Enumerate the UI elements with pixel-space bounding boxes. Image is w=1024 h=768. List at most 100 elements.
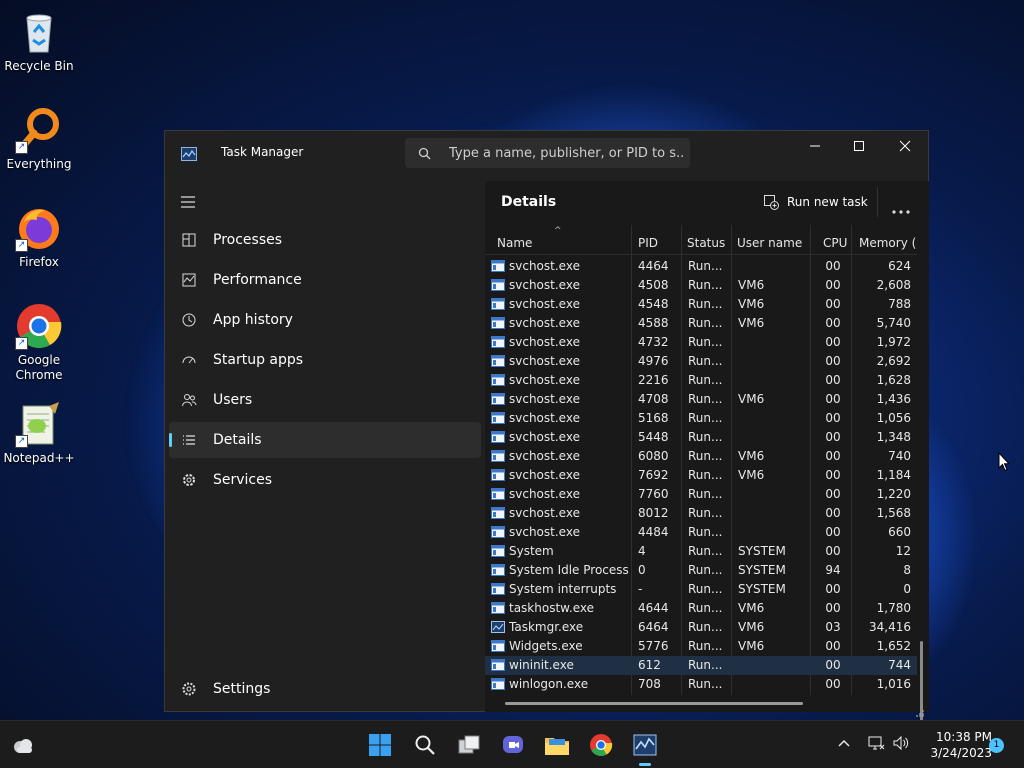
horizontal-scrollbar-thumb[interactable] bbox=[505, 702, 803, 705]
table-row[interactable]: svchost.exe 4508 Run... VM6 00 2,608 bbox=[485, 276, 917, 295]
table-row[interactable]: svchost.exe 7760 Run... 00 1,220 bbox=[485, 485, 917, 504]
shortcut-arrow-icon: ↗ bbox=[15, 337, 28, 350]
table-row[interactable]: svchost.exe 2216 Run... 00 1,628 bbox=[485, 371, 917, 390]
recycle-bin-icon bbox=[15, 8, 63, 56]
table-row[interactable]: svchost.exe 5168 Run... 00 1,056 bbox=[485, 409, 917, 428]
nav-item-users[interactable]: Users bbox=[169, 382, 481, 418]
table-row[interactable]: wininit.exe 612 Run... 00 744 bbox=[485, 656, 917, 675]
column-header-name[interactable]: ^ Name bbox=[485, 225, 631, 254]
network-icon[interactable] bbox=[867, 735, 885, 755]
search-input[interactable] bbox=[449, 144, 685, 162]
table-row[interactable]: svchost.exe 6080 Run... VM6 00 740 bbox=[485, 447, 917, 466]
table-row[interactable]: svchost.exe 8012 Run... 00 1,568 bbox=[485, 504, 917, 523]
run-new-task-button[interactable]: Run new task bbox=[763, 191, 868, 213]
hamburger-menu-icon[interactable] bbox=[180, 194, 196, 208]
table-row[interactable]: svchost.exe 4484 Run... 00 660 bbox=[485, 523, 917, 542]
nav-item-processes[interactable]: Processes bbox=[169, 222, 481, 258]
notification-badge[interactable]: 1 bbox=[989, 738, 1004, 753]
table-row[interactable]: System 4 Run... SYSTEM 00 12 bbox=[485, 542, 917, 561]
desktop-icon-notepad-plus-plus[interactable]: ↗ Notepad++ bbox=[1, 400, 77, 466]
desktop-icon-firefox[interactable]: ↗ Firefox bbox=[1, 204, 77, 270]
process-status: Run... bbox=[688, 601, 723, 615]
process-table[interactable]: svchost.exe 4464 Run... 00 624 svchost.exe 450… bbox=[485, 257, 917, 697]
table-row[interactable]: svchost.exe 4548 Run... VM6 00 788 bbox=[485, 295, 917, 314]
table-row[interactable]: svchost.exe 4732 Run... 00 1,972 bbox=[485, 333, 917, 352]
search-icon bbox=[415, 735, 435, 755]
table-row[interactable]: System interrupts - Run... SYSTEM 00 0 bbox=[485, 580, 917, 599]
desktop-icon-google-chrome[interactable]: ↗ Google Chrome bbox=[1, 302, 77, 383]
process-status: Run... bbox=[688, 582, 723, 596]
task-manager-icon bbox=[633, 734, 657, 756]
minimize-button[interactable] bbox=[792, 131, 838, 161]
table-row[interactable]: svchost.exe 4708 Run... VM6 00 1,436 bbox=[485, 390, 917, 409]
weather-widget-icon[interactable] bbox=[7, 729, 39, 761]
process-cpu: 00 bbox=[825, 658, 841, 672]
process-icon bbox=[491, 298, 505, 310]
more-options-icon[interactable] bbox=[892, 199, 910, 214]
process-memory: 8 bbox=[903, 563, 911, 577]
show-hidden-icons-chevron-icon[interactable] bbox=[837, 735, 851, 754]
desktop-icon-everything[interactable]: ↗ Everything bbox=[1, 106, 77, 172]
process-status: Run... bbox=[688, 449, 723, 463]
column-header-user-name[interactable]: User name bbox=[732, 225, 810, 254]
start-button[interactable] bbox=[364, 729, 396, 761]
nav-item-performance[interactable]: Performance bbox=[169, 262, 481, 298]
process-name: svchost.exe bbox=[509, 430, 580, 444]
details-icon bbox=[181, 432, 197, 448]
process-pid: 7760 bbox=[638, 487, 669, 501]
table-row[interactable]: svchost.exe 4976 Run... 00 2,692 bbox=[485, 352, 917, 371]
system-clock[interactable]: 10:38 PM 3/24/2023 bbox=[916, 729, 992, 761]
title-bar[interactable]: Task Manager bbox=[165, 131, 928, 175]
nav-item-startup-apps[interactable]: Startup apps bbox=[169, 342, 481, 378]
close-button[interactable] bbox=[882, 131, 928, 161]
processes-icon bbox=[181, 232, 197, 248]
process-name: System Idle Process bbox=[509, 563, 629, 577]
process-name: svchost.exe bbox=[509, 259, 580, 273]
table-row[interactable]: System Idle Process 0 Run... SYSTEM 94 8 bbox=[485, 561, 917, 580]
process-status: Run... bbox=[688, 677, 723, 691]
chrome-taskbar-button[interactable] bbox=[585, 729, 617, 761]
process-icon bbox=[491, 279, 505, 291]
process-status: Run... bbox=[688, 620, 723, 634]
settings-gear-icon bbox=[181, 681, 197, 697]
table-row[interactable]: svchost.exe 5448 Run... 00 1,348 bbox=[485, 428, 917, 447]
task-view-button[interactable] bbox=[453, 729, 485, 761]
column-header-memory[interactable]: Memory ( bbox=[852, 225, 917, 254]
process-status: Run... bbox=[688, 468, 723, 482]
nav-item-details[interactable]: Details bbox=[169, 422, 481, 458]
column-header-cpu[interactable]: CPU bbox=[811, 225, 851, 254]
process-name: svchost.exe bbox=[509, 297, 580, 311]
table-row[interactable]: winlogon.exe 708 Run... 00 1,016 bbox=[485, 675, 917, 694]
process-cpu: 00 bbox=[825, 316, 841, 330]
process-name: svchost.exe bbox=[509, 373, 580, 387]
process-memory: 624 bbox=[888, 259, 911, 273]
table-row[interactable]: Taskmgr.exe 6464 Run... VM6 03 34,416 bbox=[485, 618, 917, 637]
process-user-name: VM6 bbox=[738, 620, 765, 634]
table-row[interactable]: taskhostw.exe 4644 Run... VM6 00 1,780 bbox=[485, 599, 917, 618]
resize-grip-icon[interactable] bbox=[915, 702, 925, 717]
search-box[interactable] bbox=[405, 138, 690, 168]
nav-item-services[interactable]: Services bbox=[169, 462, 481, 498]
nav-item-settings[interactable]: Settings bbox=[169, 671, 481, 707]
task-manager-taskbar-button[interactable] bbox=[629, 729, 661, 761]
table-row[interactable]: svchost.exe 4464 Run... 00 624 bbox=[485, 257, 917, 276]
process-icon bbox=[491, 431, 505, 443]
table-row[interactable]: svchost.exe 7692 Run... VM6 00 1,184 bbox=[485, 466, 917, 485]
file-explorer-button[interactable] bbox=[541, 729, 573, 761]
process-icon bbox=[491, 317, 505, 329]
table-row[interactable]: Widgets.exe 5776 Run... VM6 00 1,652 bbox=[485, 637, 917, 656]
column-header-status[interactable]: Status bbox=[682, 225, 731, 254]
desktop-icon-recycle-bin[interactable]: Recycle Bin bbox=[1, 8, 77, 74]
process-memory: 2,608 bbox=[876, 278, 911, 292]
process-icon bbox=[491, 583, 505, 595]
column-header-pid[interactable]: PID bbox=[632, 225, 681, 254]
process-user-name: SYSTEM bbox=[738, 582, 786, 596]
volume-icon[interactable] bbox=[892, 735, 910, 755]
table-row[interactable]: svchost.exe 4588 Run... VM6 00 5,740 bbox=[485, 314, 917, 333]
chat-button[interactable] bbox=[497, 729, 529, 761]
window-title: Task Manager bbox=[221, 145, 304, 159]
maximize-button[interactable] bbox=[836, 131, 882, 161]
process-name: svchost.exe bbox=[509, 468, 580, 482]
nav-item-app-history[interactable]: App history bbox=[169, 302, 481, 338]
taskbar-search-button[interactable] bbox=[409, 729, 441, 761]
